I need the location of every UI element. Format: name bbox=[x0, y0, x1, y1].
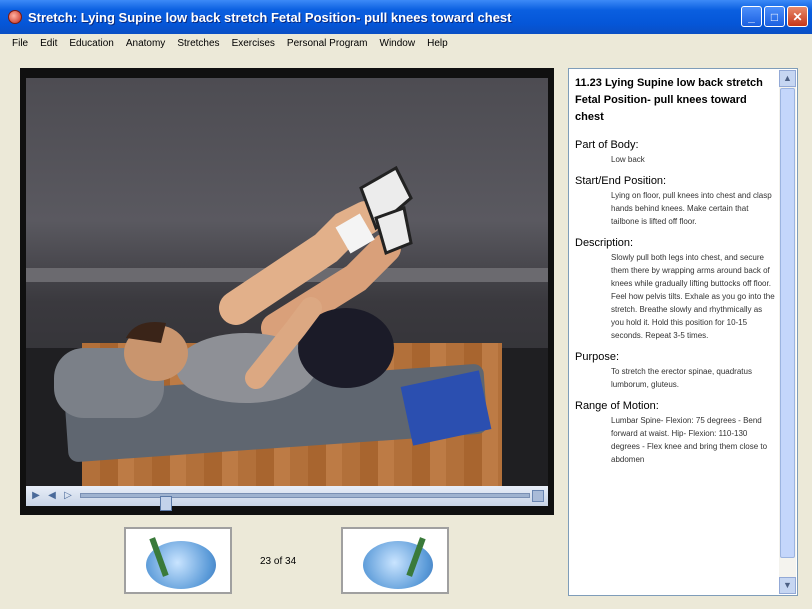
app-icon bbox=[8, 10, 22, 24]
stretch-counter: 23 of 34 bbox=[260, 556, 297, 567]
video-frame-image[interactable] bbox=[26, 78, 548, 486]
range-of-motion-section: Range of Motion: Lumbar Spine- Flexion: … bbox=[575, 399, 775, 466]
menu-exercises[interactable]: Exercises bbox=[226, 38, 281, 49]
title-bar: Stretch: Lying Supine low back stretch F… bbox=[0, 0, 812, 34]
menu-education[interactable]: Education bbox=[63, 38, 119, 49]
maximize-button[interactable]: □ bbox=[764, 6, 785, 27]
section-label: Description: bbox=[575, 237, 634, 249]
play-icon[interactable]: ▶ bbox=[30, 490, 42, 502]
next-stretch-thumbnail[interactable] bbox=[341, 527, 449, 594]
menu-personal-program[interactable]: Personal Program bbox=[281, 38, 374, 49]
close-button[interactable]: ✕ bbox=[787, 6, 808, 27]
person-figure bbox=[124, 165, 413, 403]
video-player: ▶ ◀ ▷ bbox=[20, 68, 554, 515]
info-content: 11.23 Lying Supine low back stretch Feta… bbox=[575, 75, 775, 591]
section-text: Lumbar Spine- Flexion: 75 degrees - Bend… bbox=[611, 416, 768, 464]
description-section: Description: Slowly pull both legs into … bbox=[575, 236, 775, 342]
section-label: Range of Motion: bbox=[575, 400, 659, 412]
seek-bar: ▶ ◀ ▷ bbox=[26, 486, 548, 511]
menu-anatomy[interactable]: Anatomy bbox=[120, 38, 171, 49]
fullscreen-icon[interactable] bbox=[532, 490, 544, 502]
menu-edit[interactable]: Edit bbox=[34, 38, 63, 49]
part-of-body-section: Part of Body: Low back bbox=[575, 138, 775, 166]
menu-help[interactable]: Help bbox=[421, 38, 454, 49]
section-text: Low back bbox=[611, 155, 645, 164]
section-text: To stretch the erector spinae, quadratus… bbox=[611, 367, 752, 389]
purpose-section: Purpose: To stretch the erector spinae, … bbox=[575, 350, 775, 391]
menu-stretches[interactable]: Stretches bbox=[171, 38, 225, 49]
minimize-button[interactable]: _ bbox=[741, 6, 762, 27]
previous-stretch-thumbnail[interactable] bbox=[124, 527, 232, 594]
section-label: Part of Body: bbox=[575, 139, 639, 151]
scroll-up-icon[interactable]: ▲ bbox=[779, 70, 796, 87]
section-label: Purpose: bbox=[575, 351, 620, 363]
scroll-thumb[interactable] bbox=[780, 88, 795, 558]
stretch-title: 11.23 Lying Supine low back stretch Feta… bbox=[575, 77, 763, 123]
info-scrollbar[interactable]: ▲ ▼ bbox=[779, 70, 796, 594]
section-text: Slowly pull both legs into chest, and se… bbox=[611, 253, 775, 340]
progress-track[interactable] bbox=[80, 493, 530, 511]
scroll-down-icon[interactable]: ▼ bbox=[779, 577, 796, 594]
menu-bar: File Edit Education Anatomy Stretches Ex… bbox=[0, 34, 812, 52]
section-text: Lying on floor, pull knees into chest an… bbox=[611, 191, 772, 226]
menu-file[interactable]: File bbox=[6, 38, 34, 49]
window-title: Stretch: Lying Supine low back stretch F… bbox=[28, 9, 512, 25]
window-controls: _ □ ✕ bbox=[741, 6, 808, 27]
rewind-icon[interactable]: ◀ bbox=[46, 490, 58, 502]
menu-window[interactable]: Window bbox=[374, 38, 422, 49]
start-end-position-section: Start/End Position: Lying on floor, pull… bbox=[575, 174, 775, 228]
forward-icon[interactable]: ▷ bbox=[62, 490, 74, 502]
section-label: Start/End Position: bbox=[575, 175, 667, 187]
stretch-info-panel: 11.23 Lying Supine low back stretch Feta… bbox=[568, 68, 798, 596]
anatomy-thumbnail-image bbox=[363, 541, 433, 589]
progress-thumb[interactable] bbox=[160, 496, 172, 511]
